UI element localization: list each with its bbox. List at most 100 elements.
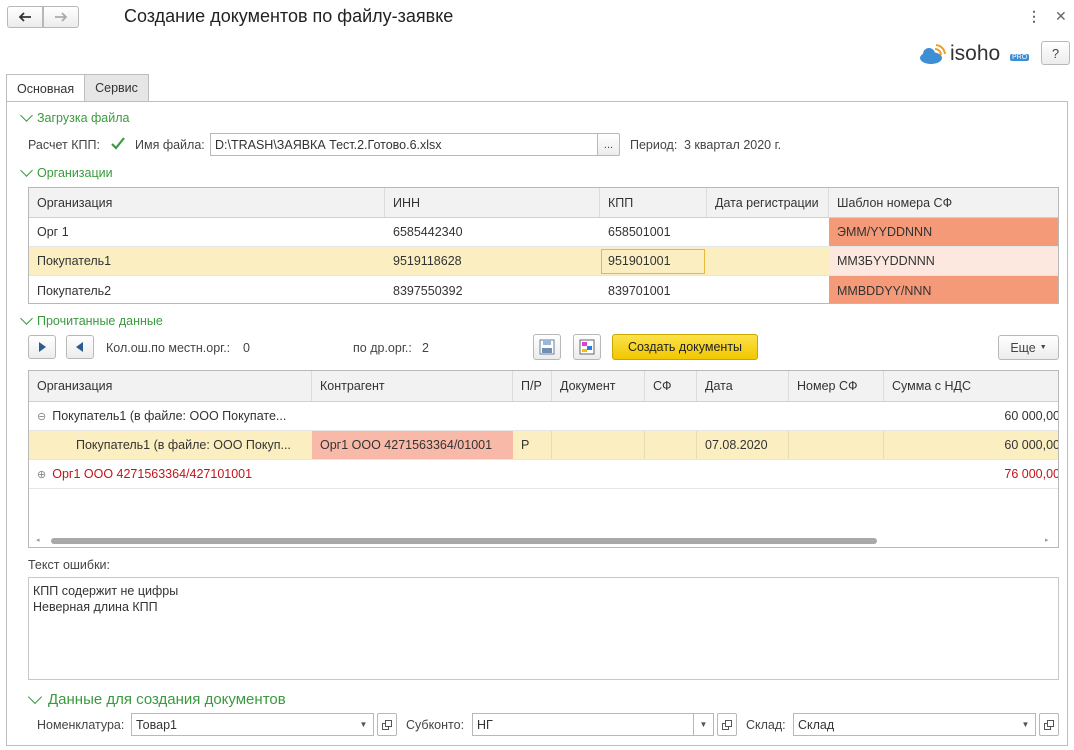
dropdown-arrow-icon: ▼ — [1039, 344, 1047, 351]
file-section-toggle[interactable]: Загрузка файла — [20, 109, 130, 125]
column-header[interactable]: ИНН — [385, 188, 600, 217]
local-errors-value: 0 — [243, 341, 250, 355]
column-header[interactable]: П/Р — [513, 371, 552, 401]
help-button[interactable]: ? — [1041, 41, 1070, 65]
kpp-calc-checkbox[interactable] — [110, 136, 125, 151]
kpp-cell-focused[interactable]: 951901001 — [601, 248, 705, 274]
column-header[interactable]: Дата — [697, 371, 789, 401]
file-section-title: Загрузка файла — [37, 111, 130, 125]
subkonto-input[interactable]: НГ — [472, 713, 694, 736]
group-row[interactable]: ⊖ Покупатель1 (в файле: ООО Покупате... … — [29, 402, 1058, 431]
arrow-left-icon — [18, 12, 31, 22]
inn-cell: 8397550392 — [393, 283, 463, 298]
nomenclature-input[interactable]: Товар1 — [131, 713, 355, 736]
open-window-icon — [722, 719, 732, 730]
logo-text: isoho — [950, 42, 1001, 65]
open-window-icon — [1044, 719, 1054, 730]
doc-cell — [552, 431, 645, 459]
chevron-down-icon — [27, 689, 43, 705]
scroll-left-icon[interactable]: ◂ — [36, 536, 40, 544]
file-name-input[interactable]: D:\TRASH\ЗАЯВКА Тест.2.Готово.6.xlsx — [210, 133, 598, 156]
org-cell: Орг1 ООО 4271563364/427101001 — [52, 467, 253, 481]
horizontal-scrollbar[interactable]: ◂ ▸ — [29, 534, 1058, 547]
nomenclature-open-button[interactable] — [377, 713, 397, 736]
column-header[interactable]: Контрагент — [312, 371, 513, 401]
kpp-cell: 839701001 — [608, 283, 671, 298]
column-header[interactable]: Организация — [29, 371, 312, 401]
column-header[interactable]: Организация — [29, 188, 385, 217]
table-row-selected[interactable]: Покупатель1 (в файле: ООО Покуп... Орг1 … — [29, 431, 1058, 460]
column-header[interactable]: Документ — [552, 371, 645, 401]
sf-cell — [645, 431, 697, 459]
orgs-table-header: Организация ИНН КПП Дата регистрации Шаб… — [29, 188, 1058, 218]
tab-main[interactable]: Основная — [6, 74, 86, 102]
column-header[interactable]: Дата регистрации — [707, 188, 829, 217]
create-section-title: Данные для создания документов — [48, 691, 286, 708]
date-cell — [707, 247, 829, 275]
org-cell: Покупатель2 — [37, 283, 112, 298]
chevron-down-icon — [20, 312, 33, 325]
template-cell: МM3БYYDDNNN — [829, 247, 1058, 275]
scroll-right-icon[interactable]: ▸ — [1045, 536, 1049, 544]
browse-button[interactable]: ... — [597, 133, 620, 156]
column-header[interactable]: Сумма с НДС — [884, 371, 1058, 401]
close-icon[interactable]: ✕ — [1055, 8, 1067, 25]
error-text-area[interactable]: КПП содержит не цифры Неверная длина КПП — [28, 577, 1059, 680]
column-header[interactable]: КПП — [600, 188, 707, 217]
nomenclature-dropdown[interactable]: ▼ — [354, 713, 374, 736]
collapse-icon[interactable]: ⊖ — [37, 410, 46, 423]
orgs-section-toggle[interactable]: Организации — [20, 164, 113, 180]
other-errors-label: по др.орг.: — [353, 341, 412, 355]
more-button[interactable]: Еще ▼ — [998, 335, 1059, 360]
read-data-table: Организация Контрагент П/Р Документ СФ Д… — [28, 370, 1059, 548]
back-button[interactable] — [7, 6, 43, 28]
chevron-down-icon — [20, 164, 33, 177]
template-cell: ЭММ/YYDDNNN — [829, 218, 1058, 246]
num-cell — [789, 431, 884, 459]
period-label: Период: — [630, 138, 678, 152]
warehouse-open-button[interactable] — [1039, 713, 1059, 736]
tab-bar: Основная Сервис — [6, 74, 149, 102]
next-error-button[interactable] — [28, 335, 56, 359]
scrollbar-thumb[interactable] — [51, 538, 877, 544]
load-data-button[interactable] — [573, 334, 601, 360]
prev-error-button[interactable] — [66, 335, 94, 359]
save-data-button[interactable] — [533, 334, 561, 360]
table-row[interactable]: Покупатель2 8397550392 839701001 MMBDDYY… — [29, 276, 1058, 303]
org-cell: Покупатель1 (в файле: ООО Покуп... — [76, 438, 291, 452]
sum-cell: 60 000,00 — [1004, 409, 1059, 423]
read-section-title: Прочитанные данные — [37, 314, 163, 328]
more-menu-icon[interactable]: ⋮ — [1027, 8, 1041, 25]
create-section-toggle[interactable]: Данные для создания документов — [27, 689, 286, 708]
sum-cell: 76 000,00 — [1004, 467, 1059, 481]
error-text-label: Текст ошибки: — [28, 558, 110, 572]
column-header[interactable]: Номер СФ — [789, 371, 884, 401]
subkonto-dropdown[interactable]: ▼ — [694, 713, 714, 736]
table-row[interactable]: Орг 1 6585442340 658501001 ЭММ/YYDDNNN — [29, 218, 1058, 247]
create-documents-button[interactable]: Создать документы — [612, 334, 758, 360]
warehouse-input[interactable]: Склад — [793, 713, 1017, 736]
read-data-header: Организация Контрагент П/Р Документ СФ Д… — [29, 371, 1058, 402]
triangle-left-icon — [76, 342, 83, 352]
expand-icon[interactable]: ⊕ — [37, 468, 46, 481]
warehouse-dropdown[interactable]: ▼ — [1016, 713, 1036, 736]
subkonto-open-button[interactable] — [717, 713, 737, 736]
column-header[interactable]: Шаблон номера СФ — [829, 188, 1058, 217]
group-row[interactable]: ⊕ Орг1 ООО 4271563364/427101001 76 000,0… — [29, 460, 1058, 489]
date-cell — [707, 276, 829, 303]
org-cell: Покупатель1 — [37, 254, 112, 268]
kpp-cell: 658501001 — [608, 225, 671, 239]
dropdown-arrow-icon: ▼ — [359, 720, 368, 729]
tab-service[interactable]: Сервис — [84, 74, 149, 101]
nomenclature-label: Номенклатура: — [37, 718, 125, 732]
logo-badge: PRO — [1010, 54, 1030, 61]
cloud-wifi-icon — [920, 44, 946, 64]
table-row-selected[interactable]: Покупатель1 9519118628 951901001 МM3БYYD… — [29, 247, 1058, 276]
date-cell — [707, 218, 829, 246]
column-header[interactable]: СФ — [645, 371, 697, 401]
colored-table-icon — [579, 339, 595, 355]
forward-button[interactable] — [43, 6, 79, 28]
sum-cell: 60 000,00 — [1004, 438, 1059, 452]
read-section-toggle[interactable]: Прочитанные данные — [20, 312, 163, 328]
kpp-calc-label: Расчет КПП: — [28, 138, 100, 152]
